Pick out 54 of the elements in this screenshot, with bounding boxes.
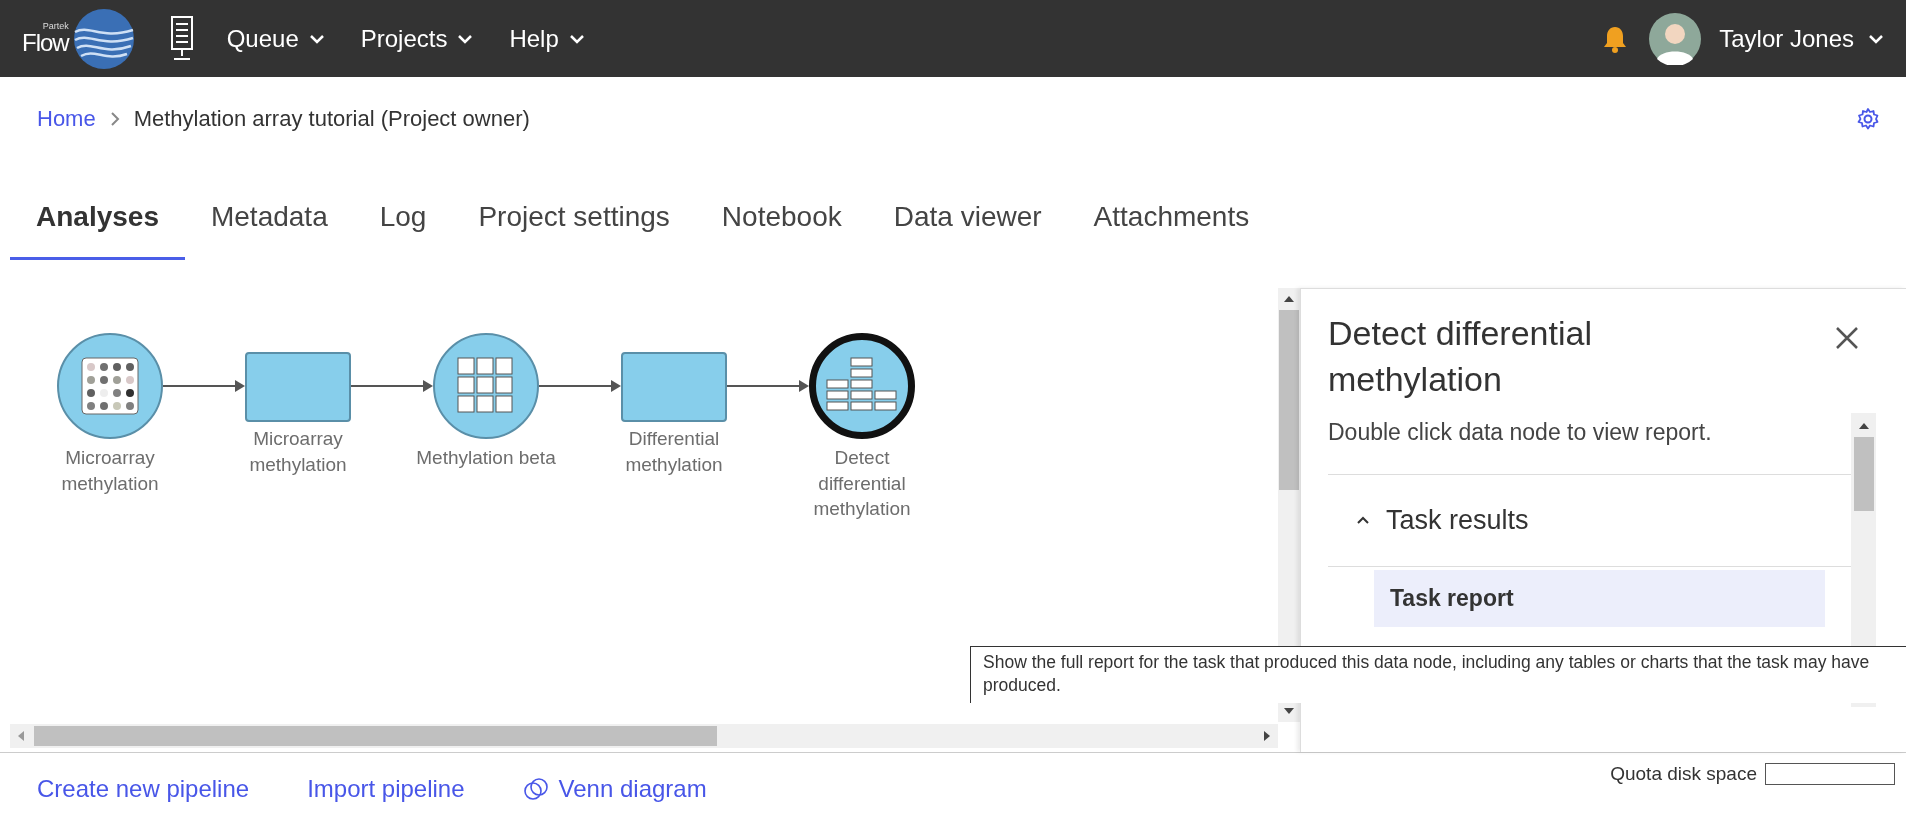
- tooltip: Show the full report for the task that produced this data node, including any tables or charts that the task may have produced.: [970, 646, 1906, 703]
- quota-label: Quota disk space: [1610, 763, 1757, 785]
- settings-icon[interactable]: [1856, 106, 1880, 131]
- horizontal-scrollbar[interactable]: [10, 724, 1278, 748]
- panel-title: Detect differential methylation: [1328, 313, 1593, 400]
- node-label: Microarray methylation: [248, 427, 348, 477]
- avatar[interactable]: [1649, 12, 1702, 65]
- chevron-icon: [1356, 515, 1370, 526]
- node-label: Methylation beta: [415, 446, 557, 470]
- tab[interactable]: Project settings: [452, 160, 696, 260]
- scrollbar-thumb[interactable]: [34, 726, 717, 746]
- breadcrumb-link[interactable]: Home: [37, 105, 96, 132]
- logo-maker-text: Partek: [42, 22, 69, 31]
- logo-product-text: Flow: [22, 31, 69, 55]
- tab[interactable]: Notebook: [695, 160, 868, 260]
- tab[interactable]: Attachments: [1067, 160, 1276, 260]
- footer-link[interactable]: Create new pipeline: [37, 775, 250, 803]
- scrollbar-thumb[interactable]: [1853, 436, 1874, 511]
- tab[interactable]: Analyses: [10, 160, 185, 260]
- nav-menu[interactable]: Help: [509, 24, 585, 53]
- table-grid-icon: [457, 357, 515, 415]
- server-icon[interactable]: [170, 15, 193, 62]
- bell-icon[interactable]: [1603, 24, 1628, 53]
- section-header[interactable]: Task results: [1328, 474, 1851, 566]
- chevron-down-icon: [457, 33, 474, 44]
- chevron-down-icon: [568, 33, 585, 44]
- task-node[interactable]: [621, 352, 727, 422]
- panel-hint: Double click data node to view report.: [1328, 417, 1713, 447]
- footer-link[interactable]: Venn diagram: [522, 775, 707, 803]
- chevron-right-icon: [109, 110, 120, 127]
- scroll-up-icon[interactable]: [1284, 294, 1294, 304]
- scroll-down-icon[interactable]: [1284, 706, 1294, 716]
- dot-matrix-icon: [81, 357, 139, 415]
- scrollbar-thumb[interactable]: [1279, 310, 1299, 490]
- chevron-down-icon: [308, 33, 325, 44]
- node-label: Detect differential methylation: [812, 446, 912, 522]
- user-menu[interactable]: Taylor Jones: [1719, 24, 1884, 53]
- tab[interactable]: Metadata: [184, 160, 354, 260]
- tab[interactable]: Log: [353, 160, 453, 260]
- node-label: Differential methylation: [624, 427, 724, 477]
- close-button[interactable]: [1834, 325, 1860, 351]
- chevron-down-icon: [1868, 33, 1884, 44]
- venn-icon: [522, 777, 549, 801]
- breadcrumb-current: Methylation array tutorial (Project owner): [133, 105, 530, 132]
- nav-menu[interactable]: Projects: [360, 24, 474, 53]
- scroll-right-icon[interactable]: [1262, 731, 1272, 741]
- task-node[interactable]: [245, 352, 351, 422]
- footer-link[interactable]: Import pipeline: [307, 775, 465, 803]
- result-item[interactable]: Task report: [1374, 569, 1825, 627]
- scroll-left-icon[interactable]: [16, 731, 26, 741]
- node-label: Microarray methylation: [60, 446, 160, 496]
- tab[interactable]: Data viewer: [867, 160, 1068, 260]
- nav-menu[interactable]: Queue: [226, 24, 325, 53]
- wave-globe-logo-icon: [72, 7, 135, 70]
